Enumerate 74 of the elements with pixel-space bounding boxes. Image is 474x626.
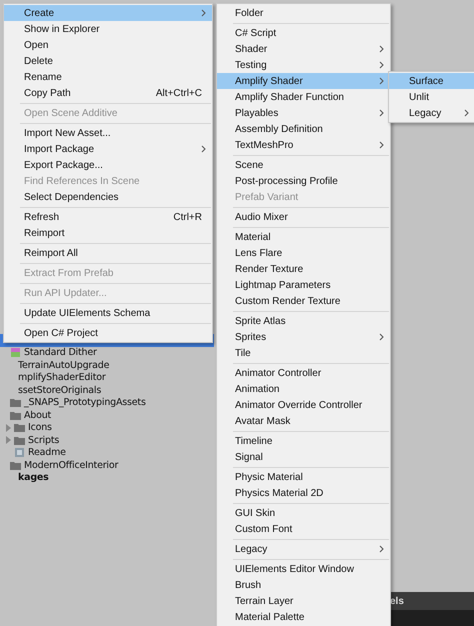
menu-item[interactable]: Update UIElements Schema [4,305,212,321]
menu-item[interactable]: Physics Material 2D [217,485,390,501]
menu-item[interactable]: Legacy [217,541,390,557]
menu-item[interactable]: Sprite Atlas [217,313,390,329]
shortcut-label: Ctrl+R [173,212,202,222]
menu-item[interactable]: Sprites [217,329,390,345]
tree-item[interactable]: ModernOfficeInterior [0,459,214,472]
menu-item[interactable]: UIElements Editor Window [217,561,390,577]
menu-item[interactable]: Signal [217,449,390,465]
menu-item[interactable]: Shader [217,41,390,57]
menu-item[interactable]: Render Texture [217,261,390,277]
menu-item[interactable]: Custom Font [217,521,390,537]
menu-item[interactable]: Post-processing Profile [217,173,390,189]
folder-icon [14,434,26,446]
menu-item[interactable]: Rename [4,69,212,85]
menu-item[interactable]: Unlit [389,89,474,105]
menu-item[interactable]: Animator Override Controller [217,397,390,413]
tree-item[interactable]: About [0,409,214,422]
menu-item[interactable]: Surface [389,73,474,89]
menu-item[interactable]: Timeline [217,433,390,449]
menu-item[interactable]: GUI Skin [217,505,390,521]
menu-item[interactable]: Export Package... [4,157,212,173]
tree-item[interactable]: TerrainAutoUpgrade [0,359,214,372]
tree-item[interactable]: Readme [0,446,214,459]
menu-item[interactable]: Scene [217,157,390,173]
menu-item[interactable]: Import Package [4,141,212,157]
menu-item[interactable]: Show in Explorer [4,21,212,37]
menu-item[interactable]: Amplify Shader [217,73,390,89]
menu-item[interactable]: Material Palette [217,609,390,625]
menu-item[interactable]: Folder [217,5,390,21]
menu-item[interactable]: Custom Render Texture [217,293,390,309]
folder-icon [14,422,26,434]
menu-item[interactable]: Open [4,37,212,53]
folder-icon [10,410,22,421]
folder-icon [10,397,22,408]
menu-item[interactable]: Playables [217,105,390,121]
menu-item[interactable]: Audio Mixer [217,209,390,225]
menu-item[interactable]: Reimport [4,225,212,241]
file-icon [14,447,26,458]
menu-item[interactable]: Physic Material [217,469,390,485]
menu-item[interactable]: Import New Asset... [4,125,212,141]
menu-item[interactable]: Tile [217,345,390,361]
menu-item[interactable]: Select Dependencies [4,189,212,205]
menu-item[interactable]: Refresh Ctrl+R [4,209,212,225]
panel-title: els [390,596,404,606]
menu-item[interactable]: Delete [4,53,212,69]
tree-item[interactable]: Standard Dither [0,346,214,359]
menu-item[interactable]: Create [4,5,212,21]
menu-item[interactable]: Lightmap Parameters [217,277,390,293]
tree-item[interactable]: Scripts [0,434,214,446]
menu-item[interactable]: Open C# Project [4,325,212,341]
menu-item[interactable]: C# Script [217,25,390,41]
menu-item[interactable]: Animation [217,381,390,397]
tree-item[interactable]: Icons [0,422,214,434]
tree-item[interactable]: kages [0,472,214,484]
menu-item[interactable]: Avatar Mask [217,413,390,429]
menu-item[interactable]: Lens Flare [217,245,390,261]
menu-item[interactable]: Legacy [389,105,474,121]
menu-item[interactable]: Reimport All [4,245,212,261]
menu-item[interactable]: Terrain Layer [217,593,390,609]
menu-item[interactable]: Assembly Definition [217,121,390,137]
tree-item[interactable]: mplifyShaderEditor [0,372,214,384]
shader-icon [10,347,22,358]
menu-item[interactable]: Testing [217,57,390,73]
tree-item[interactable]: _SNAPS_PrototypingAssets [0,396,214,409]
menu-item[interactable]: Amplify Shader Function [217,89,390,105]
menu-item[interactable]: Brush [217,577,390,593]
menu-item[interactable]: TextMeshPro [217,137,390,153]
folder-icon [10,460,22,471]
menu-item[interactable]: Animator Controller [217,365,390,381]
shortcut-label: Alt+Ctrl+C [156,88,202,98]
menu-item[interactable]: Copy Path Alt+Ctrl+C [4,85,212,101]
menu-item[interactable]: Material [217,229,390,245]
tree-item[interactable]: ssetStoreOriginals [0,384,214,396]
